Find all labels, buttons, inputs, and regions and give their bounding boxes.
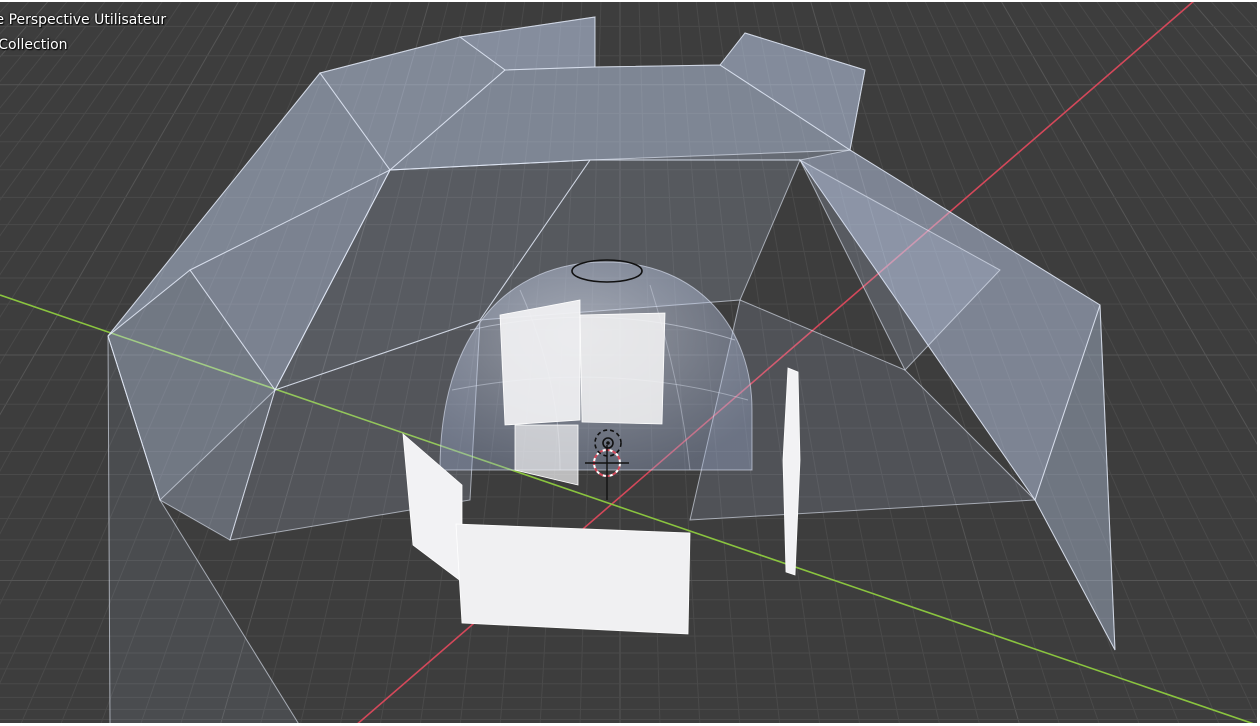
panel-inner-left[interactable] <box>499 299 581 426</box>
collection-label: (1) Collection <box>0 37 68 53</box>
frame-border-top <box>0 0 1260 2</box>
view-label: Vue Perspective Utilisateur <box>0 12 167 28</box>
panel-front[interactable] <box>455 523 691 635</box>
scene-canvas[interactable] <box>0 0 1260 726</box>
panel-inner-right[interactable] <box>579 312 666 425</box>
panel-inner-lower[interactable] <box>514 424 579 486</box>
3d-viewport[interactable]: Vue Perspective Utilisateur (1) Collecti… <box>0 0 1260 726</box>
